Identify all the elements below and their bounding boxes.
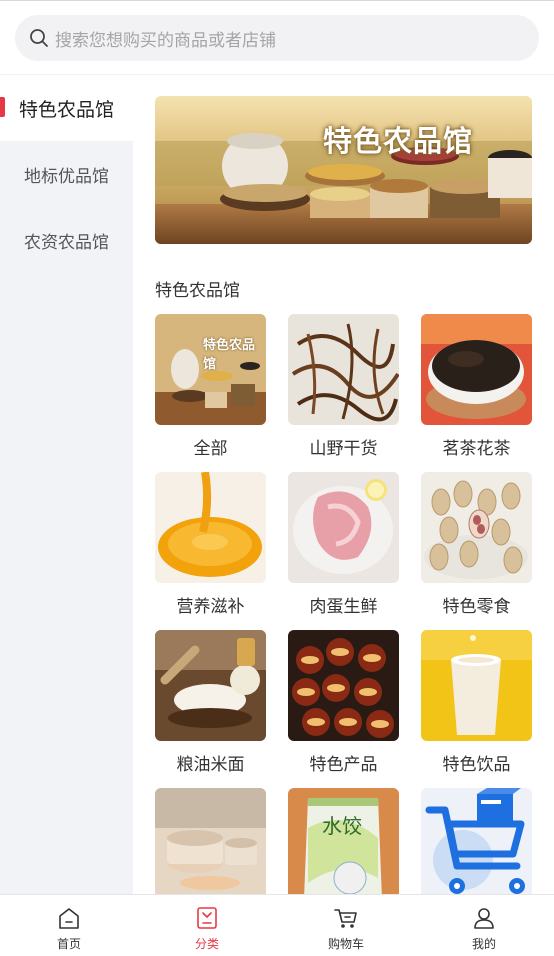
tab-mine[interactable]: 我的 bbox=[415, 895, 553, 956]
tab-category[interactable]: 分类 bbox=[138, 895, 276, 956]
category-label: 特色饮品 bbox=[442, 755, 511, 775]
category-item-fresh-meat[interactable]: 肉蛋生鲜 bbox=[288, 472, 399, 617]
category-thumb bbox=[421, 630, 532, 741]
category-label: 营养滋补 bbox=[176, 597, 245, 617]
category-thumb bbox=[421, 314, 532, 425]
category-thumb: 水饺 bbox=[288, 788, 399, 895]
category-item-packaged-food[interactable]: 水饺 bbox=[288, 788, 399, 895]
category-item-drinks[interactable]: 特色饮品 bbox=[421, 630, 532, 775]
category-item-grain-oil[interactable]: 粮油米面 bbox=[155, 630, 266, 775]
category-thumb bbox=[288, 630, 399, 741]
sidebar-item-agri-supplies[interactable]: 农资农品馆 bbox=[0, 207, 133, 273]
category-thumb bbox=[288, 472, 399, 583]
bottom-tab-bar: 首页 分类 购物车 我的 bbox=[0, 894, 554, 955]
category-sidebar: 特色农品馆 地标优品馆 农资农品馆 bbox=[0, 75, 133, 895]
banner-title: 特色农品馆 bbox=[323, 124, 474, 158]
search-placeholder: 搜索您想购买的商品或者店铺 bbox=[55, 30, 276, 51]
sidebar-item-landmark[interactable]: 地标优品馆 bbox=[0, 141, 133, 207]
tab-label: 首页 bbox=[56, 937, 81, 951]
category-label: 特色产品 bbox=[309, 755, 378, 775]
active-indicator bbox=[0, 97, 5, 117]
category-label: 特色零食 bbox=[442, 597, 511, 617]
category-item-kitchenware[interactable] bbox=[155, 788, 266, 895]
category-item-nutrition[interactable]: 营养滋补 bbox=[155, 472, 266, 617]
search-input[interactable]: 搜索您想购买的商品或者店铺 bbox=[15, 15, 539, 61]
tab-label: 我的 bbox=[471, 937, 496, 951]
cart-illustration-icon bbox=[425, 788, 525, 894]
category-thumb bbox=[421, 472, 532, 583]
category-item-wild-dry-goods[interactable]: 山野干货 bbox=[288, 314, 399, 459]
category-label: 粮油米面 bbox=[176, 755, 245, 775]
category-icon bbox=[197, 907, 217, 929]
category-item-specialty[interactable]: 特色产品 bbox=[288, 630, 399, 775]
category-thumb bbox=[155, 472, 266, 583]
cart-icon bbox=[334, 909, 357, 928]
category-label: 全部 bbox=[193, 439, 228, 459]
thumb-caption: 特色农品馆 bbox=[203, 338, 256, 372]
category-item-snacks[interactable]: 特色零食 bbox=[421, 472, 532, 617]
sidebar-item-label: 特色农品馆 bbox=[18, 98, 114, 121]
category-item-cart-placeholder[interactable] bbox=[421, 788, 532, 895]
user-icon bbox=[474, 908, 494, 929]
category-label: 肉蛋生鲜 bbox=[309, 597, 378, 617]
category-label: 茗茶花茶 bbox=[442, 439, 511, 459]
category-banner[interactable]: 特色农品馆 bbox=[155, 96, 532, 244]
sidebar-item-label: 农资农品馆 bbox=[24, 232, 109, 253]
category-thumb bbox=[288, 314, 399, 425]
sidebar-item-featured-farm[interactable]: 特色农品馆 bbox=[0, 75, 133, 141]
category-label: 山野干货 bbox=[309, 439, 378, 459]
tab-label: 分类 bbox=[194, 937, 219, 951]
category-thumb: 特色农品馆 bbox=[155, 314, 266, 425]
section-title: 特色农品馆 bbox=[155, 281, 240, 301]
tab-label: 购物车 bbox=[327, 937, 364, 951]
category-thumb bbox=[155, 630, 266, 741]
search-icon bbox=[30, 29, 48, 47]
category-thumb bbox=[421, 788, 532, 895]
tab-cart[interactable]: 购物车 bbox=[277, 895, 415, 956]
sidebar-item-label: 地标优品馆 bbox=[24, 166, 109, 187]
package-text: 水饺 bbox=[322, 814, 362, 838]
category-item-all[interactable]: 特色农品馆 全部 bbox=[155, 314, 266, 459]
category-item-tea[interactable]: 茗茶花茶 bbox=[421, 314, 532, 459]
category-content: 特色农品馆 特色农品馆 特色农品馆 全部 山野干货 茗茶花茶 营养滋补 肉蛋生鲜… bbox=[133, 75, 554, 895]
tab-home[interactable]: 首页 bbox=[0, 895, 138, 956]
category-thumb bbox=[155, 788, 266, 895]
home-icon bbox=[59, 908, 79, 929]
search-bar: 搜索您想购买的商品或者店铺 bbox=[0, 1, 554, 75]
